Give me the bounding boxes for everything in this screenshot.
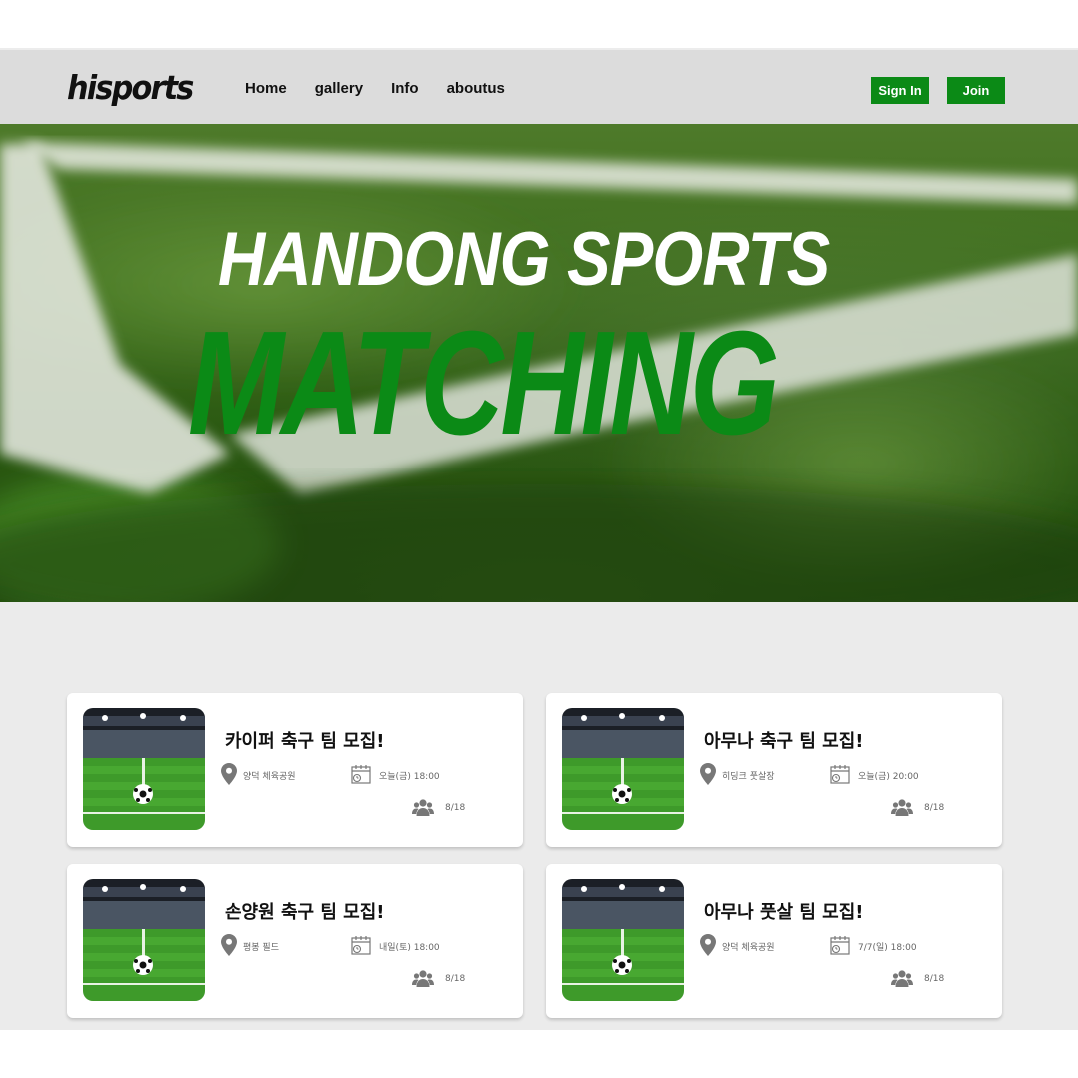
calendar-clock-icon <box>351 936 371 955</box>
people-group-icon <box>891 970 913 987</box>
match-list-section: 카이퍼 축구 팀 모집! 양덕 체육공원 오늘(금) 18:00 8/18 아무… <box>0 602 1078 1030</box>
location-pin-icon <box>221 763 237 785</box>
card-datetime: 오늘(금) 18:00 <box>379 772 440 782</box>
calendar-clock-icon <box>830 936 850 955</box>
card-location: 양덕 체육공원 <box>722 943 775 953</box>
card-participants: 8/18 <box>924 974 945 984</box>
match-card[interactable]: 아무나 풋살 팀 모집! 양덕 체육공원 7/7(일) 18:00 8/18 <box>546 864 1002 1018</box>
card-title: 아무나 풋살 팀 모집! <box>704 902 864 923</box>
top-navbar: hisports Home gallery Info aboutus Sign … <box>0 48 1078 124</box>
stadium-thumbnail <box>562 879 684 1001</box>
card-datetime: 내일(토) 18:00 <box>379 943 440 953</box>
hero-title: HANDONG SPORTS <box>218 217 830 302</box>
location-pin-icon <box>221 934 237 956</box>
card-datetime: 오늘(금) 20:00 <box>858 772 919 782</box>
card-location: 평봉 필드 <box>243 943 279 953</box>
match-card[interactable]: 손양원 축구 팀 모집! 평봉 필드 내일(토) 18:00 8/18 <box>67 864 523 1018</box>
people-group-icon <box>891 799 913 816</box>
site-logo[interactable]: hisports <box>67 68 194 107</box>
stadium-thumbnail <box>83 879 205 1001</box>
card-location: 양덕 체육공원 <box>243 772 296 782</box>
card-title: 아무나 축구 팀 모집! <box>704 731 864 752</box>
sign-in-button[interactable]: Sign In <box>871 77 929 104</box>
calendar-clock-icon <box>351 765 371 784</box>
card-participants: 8/18 <box>445 803 466 813</box>
nav-aboutus[interactable]: aboutus <box>447 80 505 97</box>
join-button[interactable]: Join <box>947 77 1005 104</box>
nav-info[interactable]: Info <box>391 80 419 97</box>
people-group-icon <box>412 970 434 987</box>
card-location: 히딩크 풋살장 <box>722 772 775 782</box>
nav-menu: Home gallery Info aboutus <box>245 80 533 97</box>
hero-banner: HANDONG SPORTS MATCHING <box>0 124 1078 602</box>
match-card[interactable]: 아무나 축구 팀 모집! 히딩크 풋살장 오늘(금) 20:00 8/18 <box>546 693 1002 847</box>
card-participants: 8/18 <box>445 974 466 984</box>
stadium-thumbnail <box>83 708 205 830</box>
match-card[interactable]: 카이퍼 축구 팀 모집! 양덕 체육공원 오늘(금) 18:00 8/18 <box>67 693 523 847</box>
card-title: 손양원 축구 팀 모집! <box>225 902 385 923</box>
card-title: 카이퍼 축구 팀 모집! <box>225 731 385 752</box>
stadium-thumbnail <box>562 708 684 830</box>
hero-subtitle: MATCHING <box>188 301 780 466</box>
nav-gallery[interactable]: gallery <box>315 80 363 97</box>
location-pin-icon <box>700 934 716 956</box>
card-datetime: 7/7(일) 18:00 <box>858 943 917 953</box>
calendar-clock-icon <box>830 765 850 784</box>
nav-home[interactable]: Home <box>245 80 287 97</box>
card-participants: 8/18 <box>924 803 945 813</box>
people-group-icon <box>412 799 434 816</box>
location-pin-icon <box>700 763 716 785</box>
page: hisports Home gallery Info aboutus Sign … <box>0 0 1078 1078</box>
